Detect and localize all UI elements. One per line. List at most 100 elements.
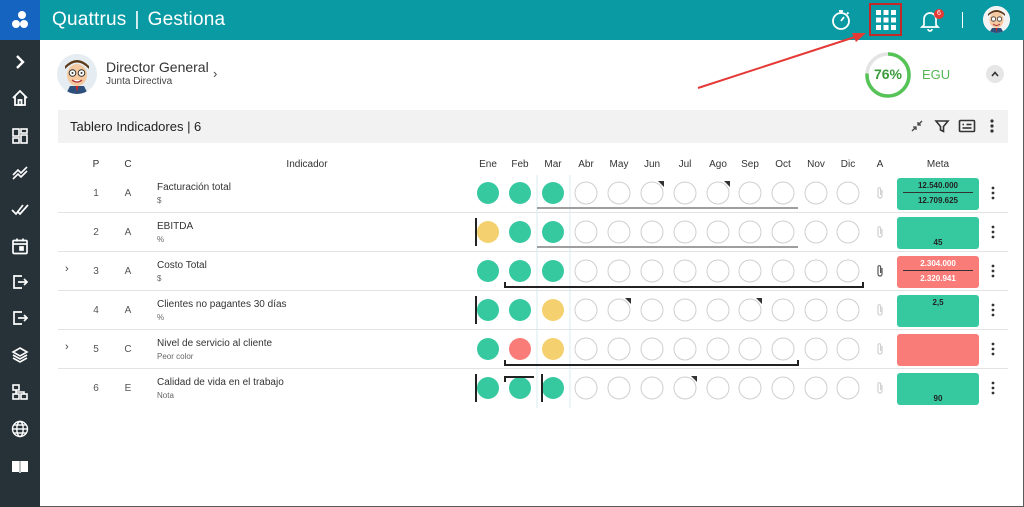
row-more-options-icon[interactable]: [989, 341, 997, 357]
row-more-options-icon[interactable]: [989, 224, 997, 240]
indicator-unit: $: [157, 196, 162, 205]
meta-target: 12.540.000: [917, 181, 959, 190]
meta-box[interactable]: 2,5: [897, 295, 979, 327]
attachment-icon[interactable]: [874, 225, 886, 239]
column-header-meta: Meta: [926, 159, 950, 170]
sidebar: [0, 40, 40, 507]
attachment-icon[interactable]: [874, 186, 886, 200]
meta-box[interactable]: [897, 334, 979, 366]
row-category: E: [124, 383, 132, 394]
row-category: A: [124, 305, 132, 316]
row-divider: [58, 212, 1008, 213]
user-avatar[interactable]: [983, 6, 1010, 33]
brand-name: Quattrus: [52, 9, 127, 30]
exit-icon[interactable]: [8, 270, 32, 294]
director-avatar: [57, 54, 97, 94]
brand-separator: |: [134, 9, 140, 30]
attachment-icon[interactable]: [874, 264, 886, 278]
indicator-name[interactable]: EBITDA: [157, 221, 193, 232]
attachment-icon[interactable]: [874, 303, 886, 317]
apps-grid-icon: [875, 9, 896, 30]
indicator-name[interactable]: Clientes no pagantes 30 días: [157, 299, 287, 310]
row-divider: [58, 329, 1008, 330]
row-more-options-icon[interactable]: [989, 302, 997, 318]
expand-row-icon[interactable]: ›: [65, 341, 69, 353]
meta-box[interactable]: 45: [897, 217, 979, 249]
column-header-a: A: [876, 159, 884, 170]
globe-icon[interactable]: [8, 417, 32, 441]
meta-box[interactable]: 90: [897, 373, 979, 405]
indicator-unit: Nota: [157, 391, 174, 400]
meta-value: 2,5: [932, 298, 944, 307]
row-more-options-icon[interactable]: [989, 263, 997, 279]
department-name: Junta Directiva: [106, 76, 173, 87]
meta-box[interactable]: 12.540.000 12.709.625: [897, 178, 979, 210]
row-priority: 5: [93, 344, 99, 355]
sitemap-icon[interactable]: [8, 380, 32, 404]
meta-divider: [903, 192, 973, 193]
app-logo[interactable]: [0, 0, 40, 40]
column-header-month: Sep: [741, 159, 759, 170]
row-priority: 6: [93, 383, 99, 394]
role-title[interactable]: Director General: [106, 59, 209, 75]
indicator-name[interactable]: Costo Total: [157, 260, 207, 271]
collapse-button[interactable]: [986, 65, 1004, 83]
column-header-month: May: [609, 159, 629, 170]
indicator-name[interactable]: Calidad de vida en el trabajo: [157, 377, 284, 388]
indicator-name[interactable]: Nivel de servicio al cliente: [157, 338, 272, 349]
meta-value: 90: [933, 394, 943, 403]
chevron-up-icon: [991, 71, 999, 77]
score-label: EGU: [922, 67, 951, 82]
top-bar: Quattrus | Gestiona 6: [0, 0, 1024, 40]
row-divider: [58, 368, 1008, 369]
apps-grid-button[interactable]: [869, 3, 902, 36]
calendar-icon[interactable]: [8, 234, 32, 258]
chevron-right-icon[interactable]: ›: [213, 66, 217, 81]
row-category: C: [124, 344, 132, 355]
row-divider: [58, 290, 1008, 291]
row-priority: 4: [93, 305, 99, 316]
filter-icon[interactable]: [933, 117, 951, 135]
double-check-icon[interactable]: [8, 197, 32, 221]
expand-row-icon[interactable]: ›: [65, 263, 69, 275]
chevron-right-icon[interactable]: [8, 50, 32, 74]
notification-badge: 6: [934, 9, 944, 19]
indicator-name[interactable]: Facturación total: [157, 182, 231, 193]
row-priority: 1: [93, 188, 99, 199]
meta-box[interactable]: 2.304.000 2.320.941: [897, 256, 979, 288]
row-category: A: [124, 266, 132, 277]
book-icon[interactable]: [8, 454, 32, 478]
meta-divider: [903, 270, 973, 271]
keyboard-icon[interactable]: [958, 117, 976, 135]
trend-icon[interactable]: [8, 160, 32, 184]
row-category: A: [124, 188, 132, 199]
attachment-icon[interactable]: [874, 342, 886, 356]
attachment-icon[interactable]: [874, 381, 886, 395]
dashboard-icon[interactable]: [8, 124, 32, 148]
logout-icon[interactable]: [8, 306, 32, 330]
column-header-month: Jul: [678, 159, 692, 170]
timer-icon[interactable]: [826, 5, 856, 35]
logo-icon: [12, 11, 28, 28]
meta-actual: 2.320.941: [920, 274, 956, 283]
indicator-unit: %: [157, 313, 165, 322]
meta-target: 2.304.000: [920, 259, 956, 268]
meta-actual: 12.709.625: [917, 196, 959, 205]
row-priority: 2: [93, 227, 99, 238]
indicator-unit: Peor color: [157, 352, 194, 361]
column-header-month: Ago: [709, 159, 727, 170]
score-value: 76%: [873, 66, 903, 82]
row-more-options-icon[interactable]: [989, 185, 997, 201]
column-header-month: Feb: [511, 159, 529, 170]
indicator-unit: $: [157, 274, 162, 283]
column-header-indicator: Indicador: [286, 159, 328, 170]
row-more-options-icon[interactable]: [989, 380, 997, 396]
collapse-arrows-icon[interactable]: [908, 117, 926, 135]
layers-icon[interactable]: [8, 343, 32, 367]
column-header-p: P: [92, 159, 100, 170]
column-header-month: Dic: [840, 159, 856, 170]
indicator-unit: %: [157, 235, 165, 244]
home-icon[interactable]: [8, 86, 32, 110]
more-options-icon[interactable]: [983, 117, 1001, 135]
column-header-month: Mar: [544, 159, 562, 170]
